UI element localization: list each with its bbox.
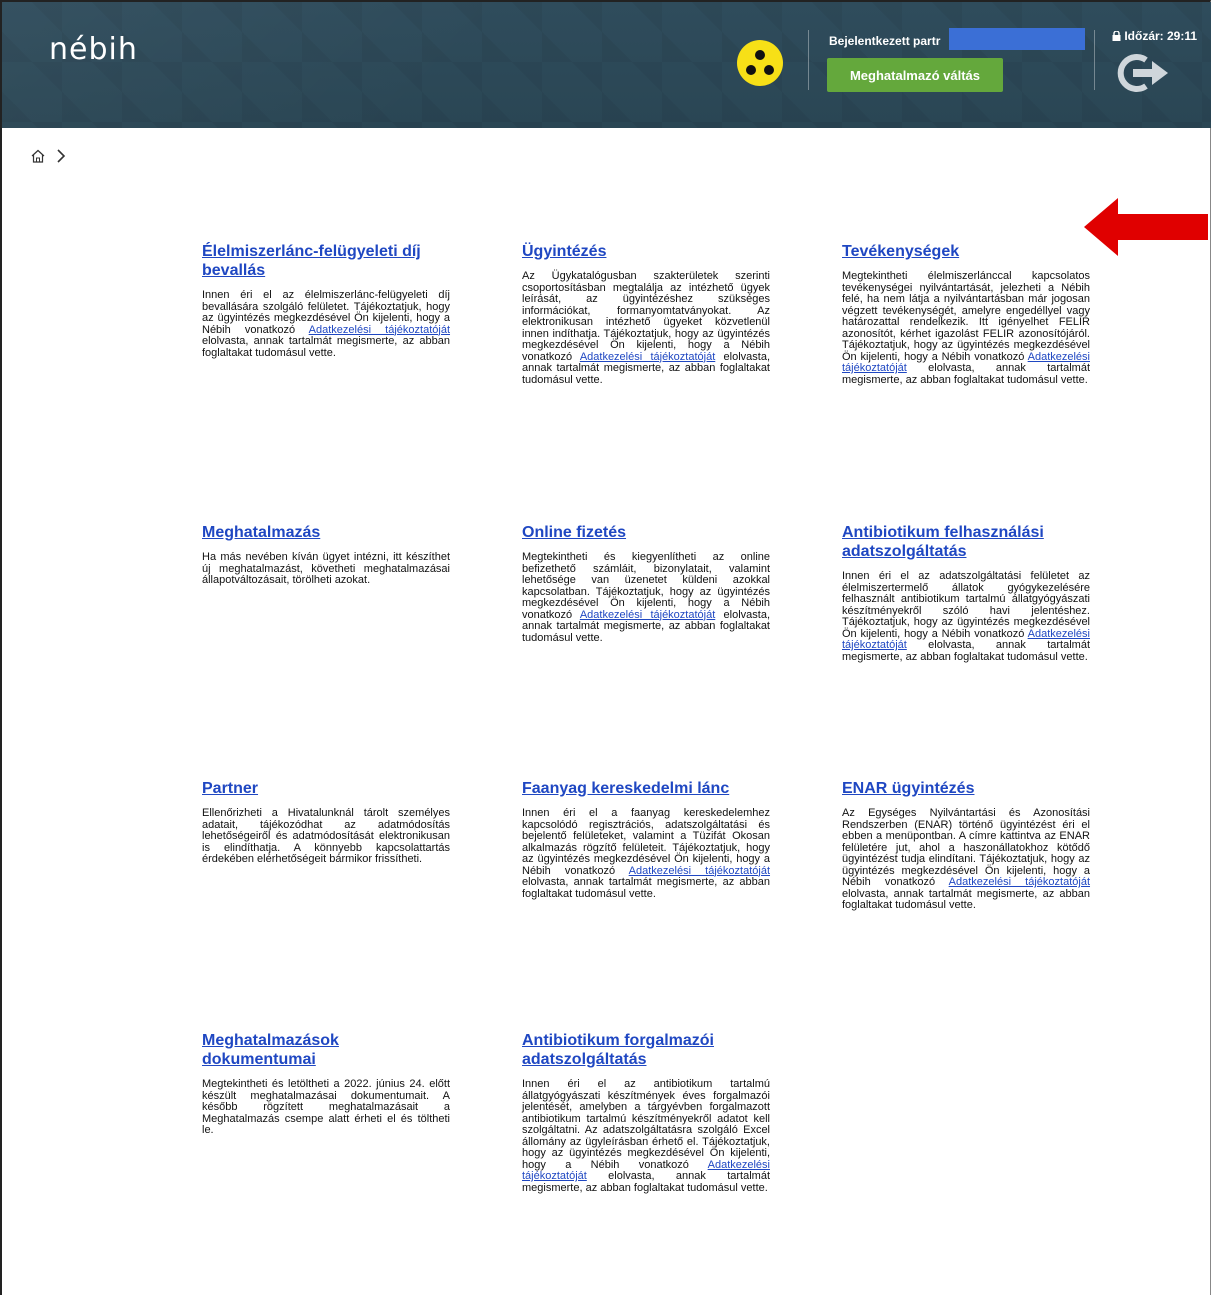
tile-title-link[interactable]: Élelmiszerlánc-felügyeleti díj bevallás <box>202 242 450 280</box>
tile-enar: ENAR ügyintézés Az Egységes Nyilvántartá… <box>842 779 1090 912</box>
header-divider <box>808 30 809 90</box>
privacy-notice-link[interactable]: Adatkezelési tájékoztatóját <box>309 324 450 336</box>
tile-description: Innen éri el az antibiotikum tartalmú ál… <box>522 1078 770 1194</box>
tile-online-fizetes: Online fizetés Megtekintheti és kiegyenl… <box>522 523 770 644</box>
privacy-notice-link[interactable]: Adatkezelési tájékoztatóját <box>580 609 715 621</box>
tile-title-link[interactable]: Partner <box>202 779 450 798</box>
logout-icon[interactable] <box>1116 52 1170 94</box>
timer-text: Időzár: 29:11 <box>1124 29 1198 43</box>
tile-antibiotikum-felhasznalasi: Antibiotikum felhasználási adatszolgálta… <box>842 523 1090 663</box>
tile-ugyintezes: Ügyintézés Az Ügykatalógusban szakterüle… <box>522 242 770 386</box>
tile-description: Ha más nevében kíván ügyet intézni, itt … <box>202 551 450 586</box>
site-header: nébih Bejelentkezett partr Meghatalmazó … <box>2 2 1211 128</box>
low-vision-icon[interactable] <box>737 40 783 86</box>
tile-description: Megtekintheti élelmiszerlánccal kapcsola… <box>842 270 1090 386</box>
switch-principal-button[interactable]: Meghatalmazó váltás <box>827 58 1003 92</box>
privacy-notice-link[interactable]: Adatkezelési tájékoztatóját <box>580 351 715 363</box>
tile-title-link[interactable]: Faanyag kereskedelmi lánc <box>522 779 770 798</box>
lock-icon <box>1112 30 1121 41</box>
tile-dij-bevallas: Élelmiszerlánc-felügyeleti díj bevallás … <box>202 242 450 359</box>
tile-description: Innen éri el a faanyag kereskedelemhez k… <box>522 807 771 900</box>
tile-meghatalmazas: Meghatalmazás Ha más nevében kíván ügyet… <box>202 523 450 587</box>
breadcrumb <box>30 146 66 166</box>
tile-partner: Partner Ellenőrizheti a Hivatalunknál tá… <box>202 779 450 866</box>
tile-description: Megtekintheti és kiegyenlítheti az onlin… <box>522 551 771 644</box>
privacy-notice-link[interactable]: Adatkezelési tájékoztatóját <box>629 865 770 877</box>
home-icon[interactable] <box>30 148 46 164</box>
tile-tevekenysegek: Tevékenységek Megtekintheti élelmiszerlá… <box>842 242 1090 386</box>
redacted-partner-name <box>949 28 1085 50</box>
tile-title-link[interactable]: Tevékenységek <box>842 242 1090 261</box>
red-arrow-annotation <box>1084 198 1208 256</box>
tile-title-link[interactable]: Meghatalmazások dokumentumai <box>202 1031 450 1069</box>
tile-faanyag: Faanyag kereskedelmi lánc Innen éri el a… <box>522 779 770 900</box>
privacy-notice-link[interactable]: Adatkezelési tájékoztatóját <box>949 876 1090 888</box>
nebih-logo[interactable]: nébih <box>49 32 138 67</box>
tile-title-link[interactable]: Ügyintézés <box>522 242 770 261</box>
header-divider <box>1094 30 1095 90</box>
chevron-right-icon <box>57 149 66 163</box>
tile-description: Az Ügykatalógusban szakterületek szerint… <box>522 270 771 386</box>
tile-title-link[interactable]: Online fizetés <box>522 523 770 542</box>
logged-in-label: Bejelentkezett partr <box>829 34 941 48</box>
tile-antibiotikum-forgalmazoi: Antibiotikum forgalmazói adatszolgáltatá… <box>522 1031 770 1194</box>
tile-title-link[interactable]: Meghatalmazás <box>202 523 450 542</box>
tile-title-link[interactable]: Antibiotikum felhasználási adatszolgálta… <box>842 523 1090 561</box>
session-timer: Időzár: 29:11 <box>1112 29 1197 43</box>
tile-title-link[interactable]: Antibiotikum forgalmazói adatszolgáltatá… <box>522 1031 770 1069</box>
tile-meghatalmazasok-dokumentumai: Meghatalmazások dokumentumai Megtekinthe… <box>202 1031 450 1137</box>
tile-description: Innen éri el az élelmiszerlánc-felügyele… <box>202 289 451 359</box>
tile-title-link[interactable]: ENAR ügyintézés <box>842 779 1090 798</box>
tile-description: Ellenőrizheti a Hivatalunknál tárolt sze… <box>202 807 450 865</box>
tile-description: Innen éri el az adatszolgáltatási felüle… <box>842 570 1090 663</box>
tile-description: Megtekintheti és letöltheti a 2022. júni… <box>202 1078 450 1136</box>
tile-description: Az Egységes Nyilvántartási és Azonosítás… <box>842 807 1091 911</box>
